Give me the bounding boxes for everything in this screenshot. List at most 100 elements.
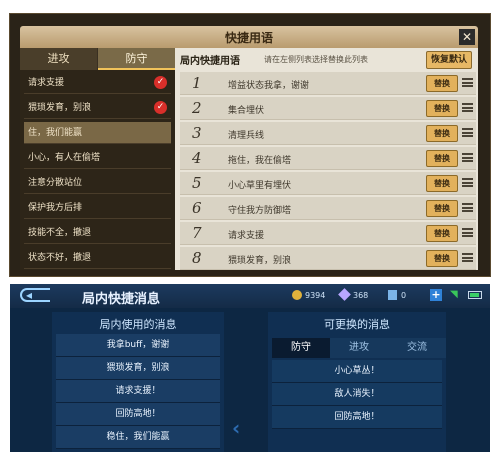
swap-button[interactable]: 替换	[426, 125, 458, 142]
slot-text: 集合埋伏	[228, 106, 265, 116]
phrase-option-label: 技能不全，撤退	[28, 228, 92, 238]
phrase-option[interactable]: 注意分散站位	[24, 172, 171, 194]
tab-communicate[interactable]: 交流	[388, 338, 446, 358]
drag-handle-icon[interactable]	[462, 78, 473, 87]
phrase-option-selected[interactable]: 住，我们能赢	[24, 122, 171, 144]
slot-number: 1	[192, 74, 202, 92]
slot-number: 5	[192, 174, 202, 192]
close-icon[interactable]: ✕	[459, 29, 475, 45]
swap-button[interactable]: 替换	[426, 225, 458, 242]
message-item[interactable]: 我拿buff，谢谢	[56, 334, 220, 357]
slot-row: 2 集合埋伏 替换	[180, 97, 476, 120]
panel-title-bar: 快捷用语 ✕	[20, 26, 478, 48]
drag-handle-icon[interactable]	[462, 178, 473, 187]
drag-handle-icon[interactable]	[462, 128, 473, 137]
phrase-option[interactable]: 请求支援 ✓	[24, 72, 171, 94]
replaceable-message-item[interactable]: 敌人消失！	[272, 383, 442, 406]
diamond-icon	[338, 288, 351, 301]
phrase-option[interactable]: 小心，有人在偷塔	[24, 147, 171, 169]
quick-chat-panel: 快捷用语 ✕ 进攻 防守 请求支援 ✓ 猥琐发育，别浪 ✓ 住，我们能赢 小心，…	[10, 14, 490, 276]
swap-button[interactable]: 替换	[426, 250, 458, 267]
message-item[interactable]: 稳住，我们能赢	[56, 426, 220, 449]
back-arrow-icon: ◂	[26, 288, 33, 302]
in-game-list-title: 局内使用的消息	[99, 318, 177, 331]
gold-coin-icon	[292, 290, 302, 300]
tab-defend[interactable]: 防守	[98, 48, 175, 70]
add-icon[interactable]: +	[430, 289, 442, 301]
phrase-option[interactable]: 猥琐发育，别浪 ✓	[24, 97, 171, 119]
slot-row: 5 小心草里有埋伏 替换	[180, 172, 476, 195]
phrase-option-label: 注意分散站位	[28, 178, 83, 188]
slot-number: 2	[192, 99, 202, 117]
slot-text: 小心草里有埋伏	[228, 181, 292, 191]
back-button[interactable]	[20, 288, 50, 302]
swap-button[interactable]: 替换	[426, 150, 458, 167]
ticket-icon	[388, 290, 397, 300]
phrase-option[interactable]: 保护我方后排	[24, 197, 171, 219]
message-item[interactable]: 回防高地！	[56, 403, 220, 426]
slot-text: 守住我方防御塔	[228, 206, 292, 216]
drag-handle-icon[interactable]	[462, 203, 473, 212]
phrase-option-label: 保护我方后排	[28, 203, 83, 213]
message-item[interactable]: 请求支援！	[56, 380, 220, 403]
phrase-option-label: 小心，有人在偷塔	[28, 153, 101, 163]
phrase-option-list: 请求支援 ✓ 猥琐发育，别浪 ✓ 住，我们能赢 小心，有人在偷塔 注意分散站位 …	[20, 70, 175, 270]
drag-handle-icon[interactable]	[462, 103, 473, 112]
slot-number: 7	[192, 224, 202, 242]
slot-number: 8	[192, 249, 202, 267]
phrase-option[interactable]: 技能不全，撤退	[24, 222, 171, 244]
restore-default-button[interactable]: 恢复默认	[426, 51, 472, 69]
slot-row: 1 增益状态我拿，谢谢 替换	[180, 72, 476, 95]
slot-number: 6	[192, 199, 202, 217]
slot-row: 7 请求支援 替换	[180, 222, 476, 245]
slot-row: 4 拖住，我在偷塔 替换	[180, 147, 476, 170]
drag-handle-icon[interactable]	[462, 153, 473, 162]
replaceable-list-title: 可更换的消息	[324, 318, 390, 331]
drag-handle-icon[interactable]	[462, 228, 473, 237]
phrase-option-label: 猥琐发育，别浪	[28, 103, 92, 113]
tab-defend[interactable]: 防守	[272, 338, 330, 358]
phrase-option-label: 住，我们能赢	[28, 128, 83, 138]
battery-icon	[468, 291, 482, 299]
swap-button[interactable]: 替换	[426, 200, 458, 217]
check-icon: ✓	[154, 101, 167, 114]
replaceable-message-list: 可更换的消息 防守 进攻 交流 小心草丛！ 敌人消失！ 回防高地！	[268, 312, 446, 452]
tab-attack[interactable]: 进攻	[20, 48, 97, 70]
message-item[interactable]: 猥琐发育，别浪	[56, 357, 220, 380]
phrase-option[interactable]: 状态不好，撤退	[24, 247, 171, 269]
slot-number: 4	[192, 149, 202, 167]
slot-row: 3 清理兵线 替换	[180, 122, 476, 145]
quick-message-screen: ◂ 局内快捷消息 9394 368 0 + ◥ 局内使用的消息 我拿buff，谢…	[10, 284, 490, 452]
slot-number: 3	[192, 124, 202, 142]
tab-attack[interactable]: 进攻	[330, 338, 388, 358]
slot-text: 猥琐发育，别浪	[228, 256, 292, 266]
panel-body: 进攻 防守 请求支援 ✓ 猥琐发育，别浪 ✓ 住，我们能赢 小心，有人在偷塔 注…	[20, 48, 478, 270]
phrase-option-label: 请求支援	[28, 78, 65, 88]
slot-text: 增益状态我拿，谢谢	[228, 81, 310, 91]
tab-bar: 进攻 防守	[20, 48, 175, 70]
in-game-message-list: 局内使用的消息 我拿buff，谢谢 猥琐发育，别浪 请求支援！ 回防高地！ 稳住…	[52, 312, 224, 452]
slot-text: 请求支援	[228, 231, 265, 241]
panel-title: 快捷用语	[224, 31, 273, 45]
swap-button[interactable]: 替换	[426, 175, 458, 192]
swap-button[interactable]: 替换	[426, 100, 458, 117]
header-bar: ◂ 局内快捷消息 9394 368 0 + ◥	[10, 284, 490, 308]
chevron-left-icon: ‹	[232, 416, 241, 440]
drag-handle-icon[interactable]	[462, 253, 473, 262]
check-icon: ✓	[154, 76, 167, 89]
slot-list-hint: 请在左侧列表选择替换此列表	[264, 55, 368, 64]
swap-button[interactable]: 替换	[426, 75, 458, 92]
slot-list-header: 局内快捷用语 请在左侧列表选择替换此列表 恢复默认	[178, 48, 478, 70]
diamond-amount: 368	[353, 291, 369, 300]
wifi-icon: ◥	[450, 289, 458, 300]
slot-text: 拖住，我在偷塔	[228, 156, 292, 166]
page-title: 局内快捷消息	[82, 292, 161, 307]
replaceable-message-item[interactable]: 小心草丛！	[272, 360, 442, 383]
slot-row: 8 猥琐发育，别浪 替换	[180, 247, 476, 270]
gold-amount: 9394	[305, 291, 326, 300]
replaceable-message-item[interactable]: 回防高地！	[272, 406, 442, 429]
slot-text: 清理兵线	[228, 131, 265, 141]
ticket-amount: 0	[401, 291, 407, 300]
slot-row: 6 守住我方防御塔 替换	[180, 197, 476, 220]
phrase-option-label: 状态不好，撤退	[28, 253, 92, 263]
